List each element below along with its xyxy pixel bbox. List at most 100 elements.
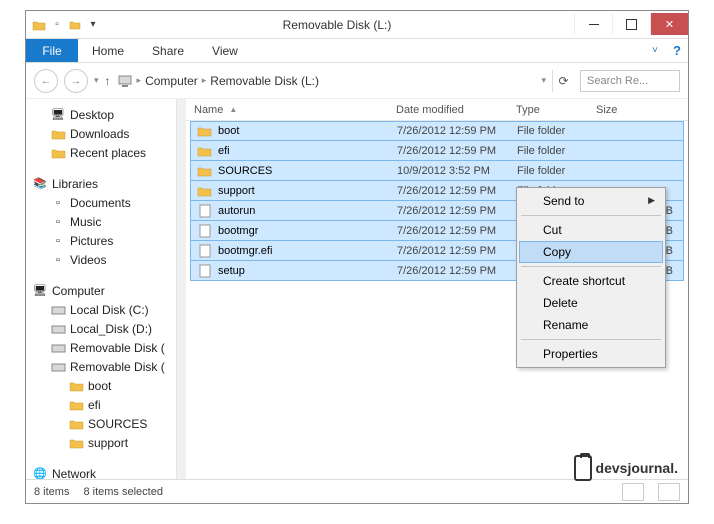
computer-icon: 🖥 (32, 283, 48, 299)
ctx-create shortcut[interactable]: Create shortcut (519, 270, 663, 292)
folder-icon (68, 435, 84, 451)
tab-share[interactable]: Share (138, 39, 198, 62)
col-name[interactable]: Name (194, 104, 223, 116)
music-icon: ▫ (50, 214, 66, 230)
details-view-button[interactable] (622, 483, 644, 501)
folder-icon (197, 144, 212, 157)
file-row[interactable]: efi 7/26/2012 12:59 PM File folder (190, 141, 684, 161)
col-type[interactable]: Type (516, 104, 596, 116)
tree-drive-2[interactable]: Removable Disk ( (32, 338, 176, 357)
recent-dropdown-icon[interactable]: ▾ (94, 75, 99, 86)
phone-icon (574, 455, 592, 481)
ribbon-toggle-icon[interactable]: ˅ (644, 39, 666, 62)
breadcrumb[interactable]: ▸ Computer ▸ Removable Disk (L:) ▾ (117, 69, 546, 93)
bc-computer[interactable]: Computer (145, 74, 198, 88)
file-date: 10/9/2012 3:52 PM (397, 165, 517, 177)
drive-icon (50, 321, 66, 337)
explorer-window: ▫ ▾ Removable Disk (L:) File Home Share … (25, 10, 689, 504)
folder-icon (68, 397, 84, 413)
tree-subfolder-0[interactable]: boot (32, 376, 176, 395)
tree-drive-3[interactable]: Removable Disk ( (32, 357, 176, 376)
close-button[interactable] (650, 13, 688, 35)
file-type: File folder (517, 125, 597, 137)
chevron-right-icon: ▶ (648, 195, 655, 206)
bc-current[interactable]: Removable Disk (L:) (210, 74, 319, 88)
folder-icon (68, 416, 84, 432)
col-date[interactable]: Date modified (396, 104, 516, 116)
file-icon (197, 224, 212, 237)
file-name: boot (218, 125, 239, 137)
file-date: 7/26/2012 12:59 PM (397, 145, 517, 157)
tree-drive-0[interactable]: Local Disk (C:) (32, 300, 176, 319)
tree-computer[interactable]: 🖥Computer (32, 281, 176, 300)
tree-network[interactable]: 🌐Network (32, 464, 176, 479)
tree-fav-1[interactable]: Downloads (32, 124, 176, 143)
folder-icon (68, 378, 84, 394)
network-icon: 🌐 (32, 466, 48, 480)
help-icon[interactable]: ? (666, 39, 688, 62)
qat-open-icon[interactable] (68, 18, 82, 32)
tree-subfolder-2[interactable]: SOURCES (32, 414, 176, 433)
file-name: autorun (218, 205, 255, 217)
ctx-delete[interactable]: Delete (519, 292, 663, 314)
minimize-button[interactable] (574, 13, 612, 35)
file-date: 7/26/2012 12:59 PM (397, 185, 517, 197)
ctx-cut[interactable]: Cut (519, 219, 663, 241)
tree-lib-1[interactable]: ▫Music (32, 212, 176, 231)
up-button[interactable]: ↑ (105, 74, 111, 88)
file-row[interactable]: SOURCES 10/9/2012 3:52 PM File folder (190, 161, 684, 181)
sort-asc-icon: ▲ (229, 105, 237, 114)
ctx-rename[interactable]: Rename (519, 314, 663, 336)
nav-tree: 🖥DesktopDownloadsRecent places 📚Libraries… (26, 99, 176, 479)
file-type: File folder (517, 165, 597, 177)
thumb-view-button[interactable] (658, 483, 680, 501)
tree-libraries[interactable]: 📚Libraries (32, 174, 176, 193)
column-headers[interactable]: Name ▲ Date modified Type Size (186, 99, 688, 121)
tree-subfolder-1[interactable]: efi (32, 395, 176, 414)
ctx-separator (521, 215, 661, 216)
refresh-button[interactable]: ⟳ (552, 70, 574, 92)
tree-lib-2[interactable]: ▫Pictures (32, 231, 176, 250)
file-date: 7/26/2012 12:59 PM (397, 225, 517, 237)
file-icon (197, 204, 212, 217)
tree-drive-1[interactable]: Local_Disk (D:) (32, 319, 176, 338)
bc-dropdown-icon[interactable]: ▾ (541, 75, 546, 86)
ctx-properties[interactable]: Properties (519, 343, 663, 365)
col-size[interactable]: Size (596, 104, 688, 116)
status-count: 8 items (34, 486, 69, 498)
tree-subfolder-3[interactable]: support (32, 433, 176, 452)
tree-lib-3[interactable]: ▫Videos (32, 250, 176, 269)
computer-icon (117, 74, 133, 88)
file-name: efi (218, 145, 230, 157)
watermark: devsjournal. (574, 455, 678, 481)
folder-icon (197, 164, 212, 177)
qat-dropdown-icon[interactable]: ▾ (86, 18, 100, 32)
back-button[interactable]: ← (34, 69, 58, 93)
file-tab[interactable]: File (26, 39, 78, 62)
folder-icon (197, 125, 212, 138)
file-name: support (218, 185, 255, 197)
file-row[interactable]: boot 7/26/2012 12:59 PM File folder (190, 121, 684, 141)
search-input[interactable]: Search Re... (580, 70, 680, 92)
nav-row: ← → ▾ ↑ ▸ Computer ▸ Removable Disk (L:)… (26, 63, 688, 99)
ctx-separator (521, 339, 661, 340)
tab-home[interactable]: Home (78, 39, 138, 62)
file-date: 7/26/2012 12:59 PM (397, 265, 517, 277)
file-date: 7/26/2012 12:59 PM (397, 125, 517, 137)
file-date: 7/26/2012 12:59 PM (397, 245, 517, 257)
tree-fav-2[interactable]: Recent places (32, 143, 176, 162)
ctx-send to[interactable]: Send to▶ (519, 190, 663, 212)
tree-lib-0[interactable]: ▫Documents (32, 193, 176, 212)
qat-new-icon[interactable]: ▫ (50, 18, 64, 32)
window-title: Removable Disk (L:) (100, 18, 574, 32)
tree-fav-0[interactable]: 🖥Desktop (32, 105, 176, 124)
ctx-copy[interactable]: Copy (519, 241, 663, 263)
file-date: 7/26/2012 12:59 PM (397, 205, 517, 217)
tree-scrollbar[interactable] (176, 99, 186, 479)
vid-icon: ▫ (50, 252, 66, 268)
maximize-button[interactable] (612, 13, 650, 35)
tab-view[interactable]: View (198, 39, 252, 62)
file-name: bootmgr (218, 225, 258, 237)
forward-button[interactable]: → (64, 69, 88, 93)
drive-icon (50, 302, 66, 318)
